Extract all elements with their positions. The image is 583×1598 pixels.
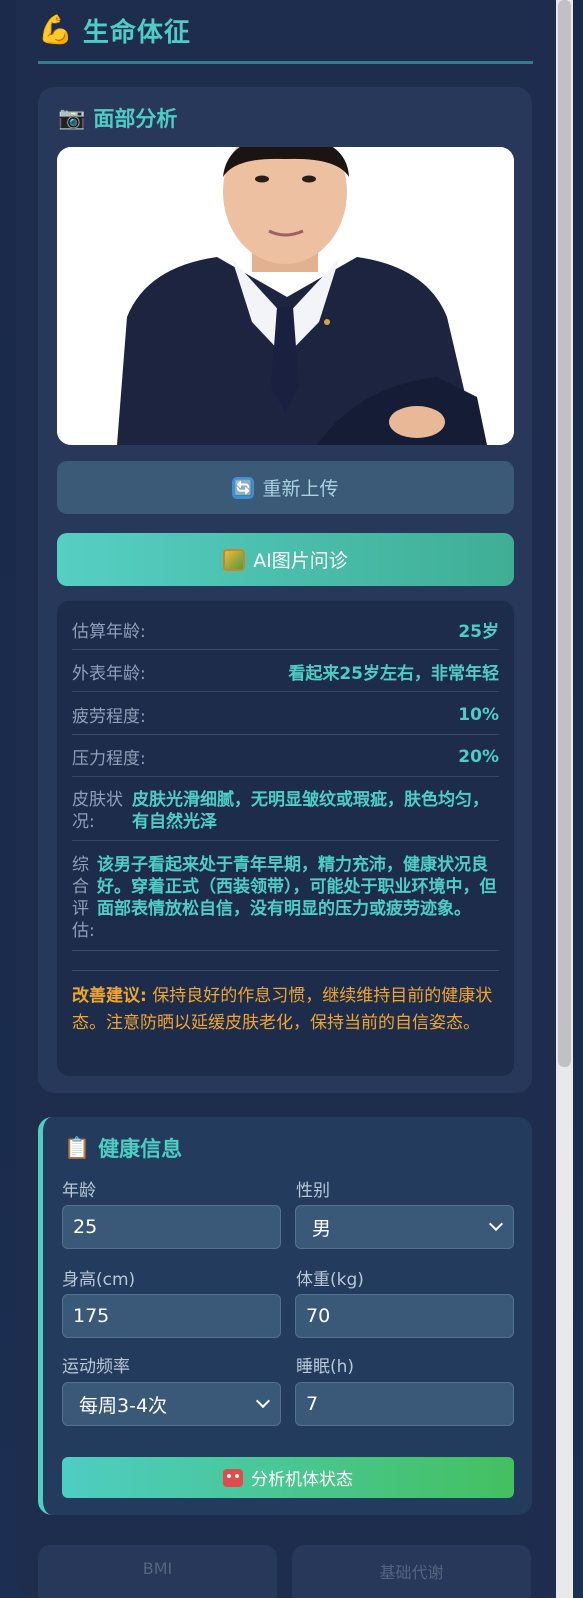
result-row-stress: 压力程度: 20%: [72, 737, 499, 777]
page-title-text: 生命体征: [82, 17, 191, 48]
height-value: 175: [73, 1305, 110, 1327]
portrait-illustration: [57, 147, 514, 445]
result-row-overall: 综合评估: 该男子看起来处于青年早期，精力充沛，健康状况良好。穿着正式（西装领带…: [72, 854, 499, 951]
gender-label: 性别: [296, 1181, 330, 1201]
result-value: 皮肤光滑细腻，无明显皱纹或瑕疵，肤色均匀，有自然光泽: [132, 790, 489, 832]
robot-icon: [223, 1468, 243, 1487]
result-value: 25岁: [458, 622, 499, 642]
result-row-skin: 皮肤状况: 皮肤光滑细腻，无明显皱纹或瑕疵，肤色均匀，有自然光泽: [72, 789, 499, 841]
result-label: 皮肤状况:: [72, 790, 123, 832]
scrollbar-thumb[interactable]: [558, 0, 571, 1067]
exercise-frequency-value: 每周3-4次: [79, 1394, 168, 1417]
result-label: 外表年龄:: [72, 664, 146, 684]
bmi-card: BMI: [38, 1545, 277, 1598]
basal-metabolism-card: 基础代谢: [292, 1545, 531, 1598]
result-value: 该男子看起来处于青年早期，精力充沛，健康状况良好。穿着正式（西装领带），可能处于…: [97, 855, 497, 919]
gender-select[interactable]: 男: [295, 1205, 514, 1249]
result-label: 压力程度:: [72, 749, 146, 769]
clipboard-icon: 📋: [64, 1135, 91, 1160]
bmi-card-title: BMI: [142, 1559, 173, 1578]
title-divider: [38, 61, 533, 64]
basal-metabolism-card-title: 基础代谢: [379, 1563, 444, 1582]
face-analysis-title-text: 面部分析: [93, 107, 178, 131]
result-row-apparent-age: 外表年龄: 看起来25岁左右，非常年轻: [72, 652, 499, 692]
flexed-biceps-icon: 💪: [38, 13, 73, 46]
age-label: 年龄: [62, 1181, 96, 1201]
health-info-title-text: 健康信息: [98, 1137, 183, 1161]
height-input[interactable]: 175: [62, 1294, 281, 1338]
result-value: 20%: [458, 746, 499, 767]
reupload-label: 重新上传: [262, 478, 339, 500]
exercise-frequency-label: 运动频率: [62, 1357, 130, 1377]
age-value: 25: [73, 1216, 98, 1238]
reupload-button[interactable]: 🔄 重新上传: [57, 461, 514, 514]
sleep-input[interactable]: 7: [295, 1382, 514, 1426]
age-input[interactable]: 25: [62, 1205, 281, 1249]
result-label: 估算年龄:: [72, 622, 146, 642]
exercise-frequency-select[interactable]: 每周3-4次: [62, 1382, 281, 1426]
weight-input[interactable]: 70: [295, 1294, 514, 1338]
health-info-title: 📋 健康信息: [64, 1132, 182, 1164]
page-title: 💪 生命体征: [38, 10, 191, 50]
framed-picture-icon: [223, 548, 246, 571]
sleep-label: 睡眠(h): [296, 1357, 355, 1377]
result-label: 疲劳程度:: [72, 707, 146, 727]
result-row-estimated-age: 估算年龄: 25岁: [72, 610, 499, 650]
ai-image-diagnosis-label: AI图片问诊: [253, 550, 348, 572]
camera-icon: 📷: [58, 105, 86, 131]
weight-label: 体重(kg): [296, 1270, 364, 1290]
result-row-fatigue: 疲劳程度: 10%: [72, 695, 499, 735]
ai-image-diagnosis-button[interactable]: AI图片问诊: [57, 533, 514, 586]
chevron-down-icon: [255, 1393, 271, 1409]
analyze-body-state-button[interactable]: 分析机体状态: [62, 1457, 514, 1498]
face-analysis-title: 📷 面部分析: [58, 102, 177, 134]
gender-value: 男: [312, 1217, 332, 1240]
refresh-icon: 🔄: [232, 476, 255, 499]
sleep-value: 7: [306, 1393, 319, 1415]
uploaded-face-photo: [57, 147, 514, 445]
height-label: 身高(cm): [62, 1270, 136, 1290]
result-value: 看起来25岁左右，非常年轻: [288, 664, 499, 684]
analyze-body-state-label: 分析机体状态: [251, 1470, 353, 1490]
result-value: 10%: [458, 704, 499, 725]
improvement-advice: 改善建议: 保持良好的作息习惯，继续维持目前的健康状态。注意防晒以延缓皮肤老化，…: [72, 970, 499, 1037]
chevron-down-icon: [488, 1216, 504, 1232]
weight-value: 70: [306, 1305, 331, 1327]
advice-label: 改善建议:: [72, 986, 147, 1006]
result-label: 综合评估:: [72, 855, 95, 941]
